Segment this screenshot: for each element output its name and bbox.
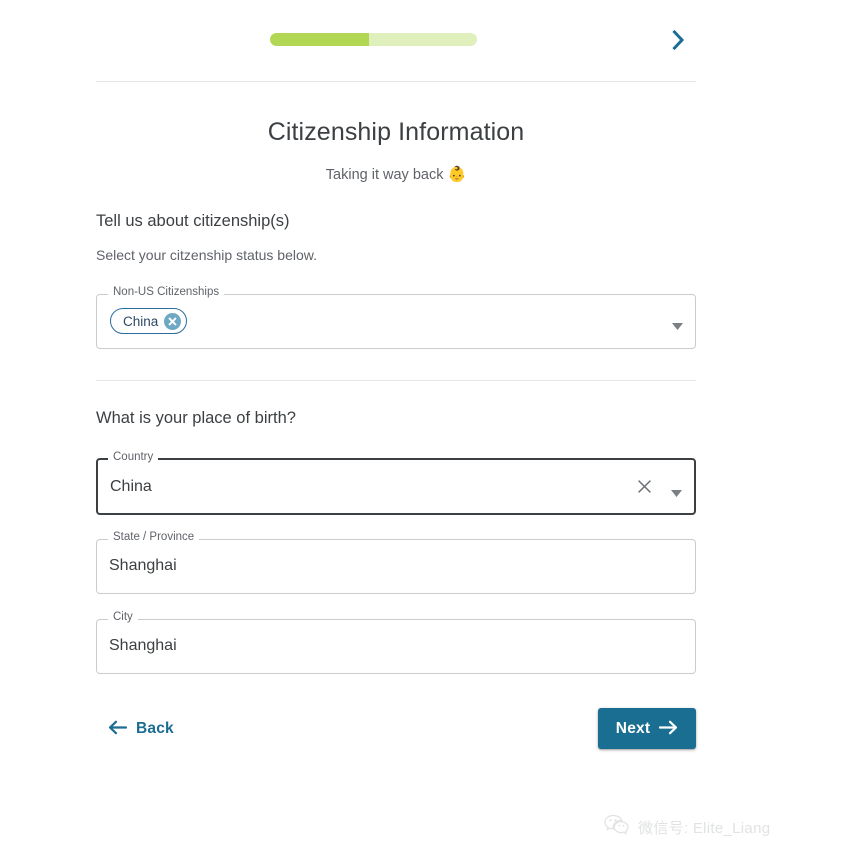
city-label: City <box>108 611 138 624</box>
progress-header <box>96 0 696 81</box>
country-label: Country <box>108 451 159 464</box>
page-title: Citizenship Information <box>267 118 525 146</box>
arrow-right-icon <box>659 720 678 738</box>
country-field[interactable]: Country China <box>96 451 696 515</box>
chevron-right-icon[interactable] <box>666 28 690 52</box>
country-value: China <box>110 478 152 495</box>
citizenship-chip-china[interactable]: China <box>110 308 188 334</box>
header-divider <box>96 81 696 82</box>
next-button-label: Next <box>615 719 651 737</box>
citizenship-question: Tell us about citizenship(s) <box>96 212 290 230</box>
city-value[interactable]: Shanghai <box>109 637 177 655</box>
section-divider <box>96 380 696 381</box>
citizenship-helper-text: Select your citzenship status below. <box>96 247 318 263</box>
triangle-down-icon[interactable] <box>672 317 683 335</box>
state-province-value[interactable]: Shanghai <box>109 557 177 575</box>
clear-x-icon[interactable] <box>637 479 652 499</box>
non-us-citizenships-label: Non-US Citizenships <box>108 286 225 299</box>
baby-emoji: 👶 <box>447 166 467 183</box>
watermark-text: 微信号: Elite_Liang <box>638 820 771 837</box>
onboarding-page: Citizenship Information Taking it way ba… <box>0 0 861 866</box>
city-field[interactable]: City Shanghai <box>96 611 696 674</box>
triangle-down-icon[interactable] <box>671 484 682 502</box>
progress-bar-fill <box>270 33 370 46</box>
birth-question: What is your place of birth? <box>96 409 296 427</box>
close-circle-icon[interactable] <box>164 312 182 330</box>
wechat-icon <box>604 814 630 841</box>
progress-bar-track <box>270 33 477 46</box>
wechat-watermark: 微信号: Elite_Liang <box>604 814 770 841</box>
next-button[interactable]: Next <box>598 708 696 749</box>
non-us-citizenships-field[interactable]: Non-US Citizenships China <box>96 286 696 349</box>
back-button[interactable]: Back <box>104 714 178 744</box>
state-province-field[interactable]: State / Province Shanghai <box>96 531 696 594</box>
page-subtitle: Taking it way back 👶 <box>96 165 696 183</box>
chip-label: China <box>123 313 159 329</box>
state-province-label: State / Province <box>108 531 200 544</box>
page-subtitle-text: Taking it way back <box>325 167 444 183</box>
back-button-label: Back <box>136 720 174 737</box>
arrow-left-icon <box>108 720 128 738</box>
